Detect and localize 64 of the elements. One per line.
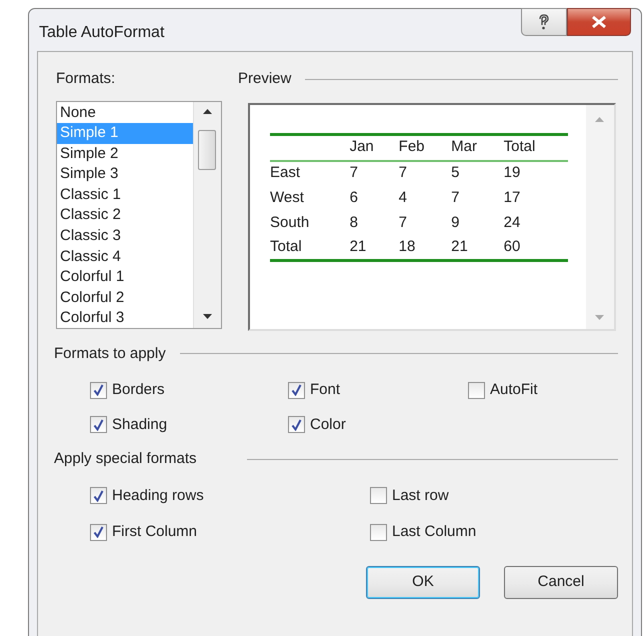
scroll-thumb[interactable]	[198, 130, 216, 170]
table-cell: 5	[451, 164, 460, 182]
checkbox[interactable]: Borders	[90, 379, 288, 402]
list-item[interactable]: Classic 2	[57, 205, 193, 226]
table-cell: 24	[504, 214, 520, 231]
table-cell: 7	[398, 214, 408, 231]
checkbox[interactable]: Heading rows	[90, 484, 370, 507]
table-cell: 7	[398, 164, 408, 182]
table-cell: 18	[398, 238, 416, 255]
scroll-up-icon[interactable]	[203, 108, 212, 114]
check-icon	[291, 384, 302, 396]
table-cell: 60	[504, 238, 520, 255]
section-label: Formats to apply	[54, 344, 166, 364]
formats-label: Formats:	[56, 69, 116, 89]
table-cell: 6	[350, 188, 358, 206]
window-title: Table AutoFormat	[39, 23, 164, 43]
list-item[interactable]: Simple 3	[57, 164, 193, 185]
column-header: Feb	[398, 138, 425, 156]
table-cell: 4	[398, 188, 408, 206]
list-item[interactable]: Colorful 1	[57, 267, 193, 288]
row-header: Total	[270, 238, 302, 255]
table-cell: 19	[504, 164, 520, 182]
checkbox[interactable]: Font	[288, 379, 468, 402]
help-button[interactable]	[521, 8, 567, 36]
column-header: Mar	[451, 138, 478, 156]
checkbox[interactable]: First Column	[90, 521, 370, 544]
checkbox[interactable]: Last Column	[370, 521, 618, 544]
checkbox[interactable]: Color	[288, 414, 468, 436]
section-label: Apply special formats	[54, 449, 197, 469]
table-cell: 7	[350, 164, 358, 182]
close-button[interactable]	[567, 8, 631, 36]
check-icon	[93, 490, 104, 502]
table-cell: 7	[451, 188, 460, 206]
table-cell: 9	[451, 214, 460, 231]
scrollbar[interactable]	[193, 102, 221, 328]
scroll-down-icon[interactable]	[203, 314, 212, 318]
check-icon	[93, 384, 104, 396]
checkbox[interactable]: Shading	[90, 414, 288, 436]
list-item[interactable]: Classic 4	[57, 246, 193, 268]
checkbox[interactable]: AutoFit	[468, 379, 618, 402]
checkbox[interactable]: Last row	[370, 484, 618, 507]
list-item[interactable]: Colorful 2	[57, 288, 193, 308]
preview-label: Preview	[238, 69, 292, 89]
cancel-button[interactable]: Cancel	[504, 566, 618, 598]
table-cell: 21	[451, 238, 468, 255]
list-item[interactable]: None	[57, 102, 193, 124]
row-header: East	[270, 164, 300, 182]
check-icon	[291, 418, 302, 431]
row-header: West	[270, 188, 304, 206]
column-header: Total	[504, 138, 536, 156]
row-header: South	[270, 214, 310, 231]
list-item[interactable]: Classic 3	[57, 226, 193, 247]
list-item[interactable]: Classic 1	[57, 184, 193, 206]
ok-button[interactable]: OK	[366, 566, 480, 598]
table-cell: 21	[350, 238, 366, 255]
help-icon	[538, 14, 550, 30]
table-cell: 8	[350, 214, 358, 231]
check-icon	[93, 526, 104, 538]
table-cell: 17	[504, 188, 520, 206]
list-item[interactable]: Simple 2	[57, 144, 193, 164]
check-icon	[93, 418, 104, 431]
list-item[interactable]: Colorful 3	[57, 308, 193, 330]
close-icon	[590, 15, 608, 29]
column-header: Jan	[350, 138, 374, 156]
